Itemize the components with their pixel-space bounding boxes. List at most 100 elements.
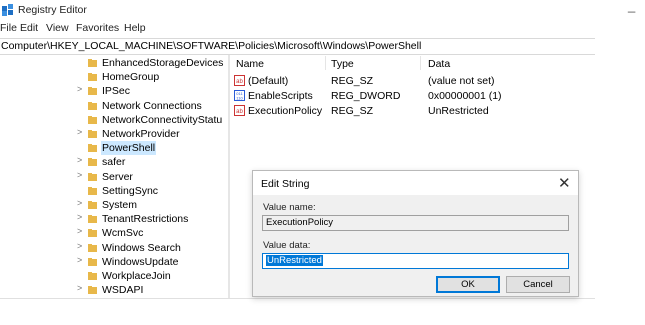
- edit-string-dialog: Edit String ✕ Value name: ExecutionPolic…: [252, 170, 579, 297]
- tree-item[interactable]: SettingSync: [0, 184, 228, 198]
- tree-item[interactable]: EnhancedStorageDevices: [0, 56, 228, 70]
- tree-item-label: Network Connections: [102, 99, 202, 112]
- address-path: Computer\HKEY_LOCAL_MACHINE\SOFTWARE\Pol…: [1, 40, 422, 52]
- menu-view[interactable]: View: [46, 22, 69, 34]
- menu-edit[interactable]: Edit: [20, 22, 38, 34]
- tree-item[interactable]: PowerShell: [0, 141, 228, 156]
- value-type: REG_SZ: [331, 75, 374, 87]
- chevron-right-icon[interactable]: >: [77, 84, 82, 94]
- tree-item[interactable]: > NetworkProvider: [0, 127, 228, 141]
- folder-icon: [88, 157, 97, 167]
- chevron-right-icon[interactable]: >: [77, 198, 82, 208]
- registry-editor-icon: [2, 4, 14, 16]
- dialog-title-bar: Edit String ✕: [253, 171, 578, 195]
- tree-item-label: WorkplaceJoin: [102, 270, 171, 282]
- tree-item-label: WSDAPI: [102, 284, 144, 297]
- folder-icon: [88, 58, 97, 67]
- column-header-name[interactable]: Name: [236, 58, 264, 70]
- folder-icon: [88, 228, 97, 238]
- column-divider[interactable]: [420, 56, 421, 70]
- folder-icon: [88, 186, 97, 195]
- value-row[interactable]: ab ExecutionPolicy REG_SZ UnRestricted: [230, 104, 595, 119]
- chevron-right-icon[interactable]: >: [77, 255, 82, 265]
- menu-help[interactable]: Help: [124, 22, 146, 34]
- tree-item[interactable]: > System: [0, 198, 228, 212]
- chevron-right-icon[interactable]: >: [77, 283, 82, 293]
- tree-item[interactable]: > safer: [0, 155, 228, 169]
- value-name: ExecutionPolicy: [248, 105, 323, 117]
- tree-item[interactable]: > IPSec: [0, 84, 228, 98]
- chevron-right-icon[interactable]: >: [77, 127, 82, 137]
- tree-item[interactable]: > Server: [0, 170, 228, 184]
- value-data-text: UnRestricted: [266, 255, 323, 266]
- tree-item-label: NetworkConnectivityStatu: [102, 113, 223, 126]
- folder-icon: [88, 172, 97, 181]
- folder-icon: [88, 115, 97, 124]
- tree-item[interactable]: NetworkConnectivityStatu: [0, 113, 228, 127]
- tree-item[interactable]: HomeGroup: [0, 70, 228, 84]
- value-name-field: ExecutionPolicy: [262, 215, 569, 231]
- dialog-title: Edit String: [261, 178, 310, 190]
- value-name: (Default): [248, 75, 289, 87]
- column-divider[interactable]: [325, 56, 326, 70]
- tree-item-label: Windows Search: [102, 241, 181, 254]
- tree-item[interactable]: > WSDAPI: [0, 283, 228, 297]
- tree-item-label: safer: [102, 156, 126, 169]
- svg-text:ab: ab: [236, 79, 243, 85]
- tree-item-label: WcmSvc: [102, 227, 144, 240]
- folder-icon: [88, 214, 97, 224]
- menu-bar: File Edit View Favorites Help: [0, 22, 645, 38]
- value-name: EnableScripts: [248, 90, 313, 102]
- value-data: 0x00000001 (1): [428, 90, 502, 102]
- folder-icon: [88, 257, 97, 266]
- tree-item-label: NetworkProvider: [102, 128, 180, 140]
- folder-icon: [88, 200, 97, 209]
- chevron-right-icon[interactable]: >: [77, 226, 82, 236]
- title-bar: Registry Editor _: [0, 0, 645, 20]
- minimize-button[interactable]: _: [628, 0, 635, 13]
- tree-item-label: SettingSync: [102, 184, 159, 197]
- tree-item-label: System: [102, 199, 138, 211]
- folder-icon: [88, 101, 97, 110]
- value-name-label: Value name:: [263, 202, 316, 213]
- value-data-label: Value data:: [263, 240, 311, 251]
- folder-icon: [88, 72, 97, 82]
- folder-icon: [88, 271, 97, 280]
- ok-button[interactable]: OK: [436, 276, 500, 293]
- column-header-data[interactable]: Data: [428, 58, 450, 70]
- value-row[interactable]: 011 110 EnableScripts REG_DWORD 0x00000001 (…: [230, 89, 595, 104]
- chevron-right-icon[interactable]: >: [77, 155, 82, 165]
- value-data: (value not set): [428, 75, 495, 87]
- tree-item[interactable]: WorkplaceJoin: [0, 269, 228, 283]
- menu-file[interactable]: File: [0, 22, 17, 34]
- folder-icon: [88, 86, 97, 96]
- key-tree[interactable]: EnhancedStorageDevices HomeGroup > IPSec Net…: [0, 55, 228, 298]
- tree-item-label: Server: [102, 170, 133, 183]
- chevron-right-icon[interactable]: >: [77, 170, 82, 180]
- menu-favorites[interactable]: Favorites: [76, 22, 119, 34]
- tree-item-label: IPSec: [102, 85, 131, 98]
- tree-item[interactable]: > WcmSvc: [0, 226, 228, 240]
- tree-item-label: WindowsUpdate: [102, 255, 179, 268]
- tree-item-label: TenantRestrictions: [102, 213, 189, 226]
- tree-item[interactable]: > Windows Search: [0, 241, 228, 255]
- tree-item[interactable]: > TenantRestrictions: [0, 212, 228, 226]
- tree-item-label: HomeGroup: [102, 71, 160, 84]
- value-row[interactable]: ab (Default) REG_SZ (value not set): [230, 74, 595, 89]
- column-header-type[interactable]: Type: [331, 58, 354, 70]
- close-icon[interactable]: ✕: [558, 174, 571, 192]
- folder-icon: [88, 285, 97, 295]
- tree-item[interactable]: > WindowsUpdate: [0, 255, 228, 269]
- chevron-right-icon[interactable]: >: [77, 212, 82, 222]
- tree-item[interactable]: Network Connections: [0, 99, 228, 113]
- string-value-icon: ab: [234, 105, 245, 116]
- value-data-input[interactable]: UnRestricted: [262, 253, 569, 269]
- chevron-right-icon[interactable]: >: [77, 241, 82, 251]
- status-divider: [0, 298, 595, 299]
- cancel-button[interactable]: Cancel: [506, 276, 570, 293]
- binary-value-icon: 011 110: [234, 90, 245, 101]
- value-type: REG_DWORD: [331, 90, 401, 102]
- tree-item-label: EnhancedStorageDevices: [102, 57, 224, 69]
- address-bar[interactable]: Computer\HKEY_LOCAL_MACHINE\SOFTWARE\Pol…: [0, 38, 595, 55]
- value-data: UnRestricted: [428, 105, 489, 117]
